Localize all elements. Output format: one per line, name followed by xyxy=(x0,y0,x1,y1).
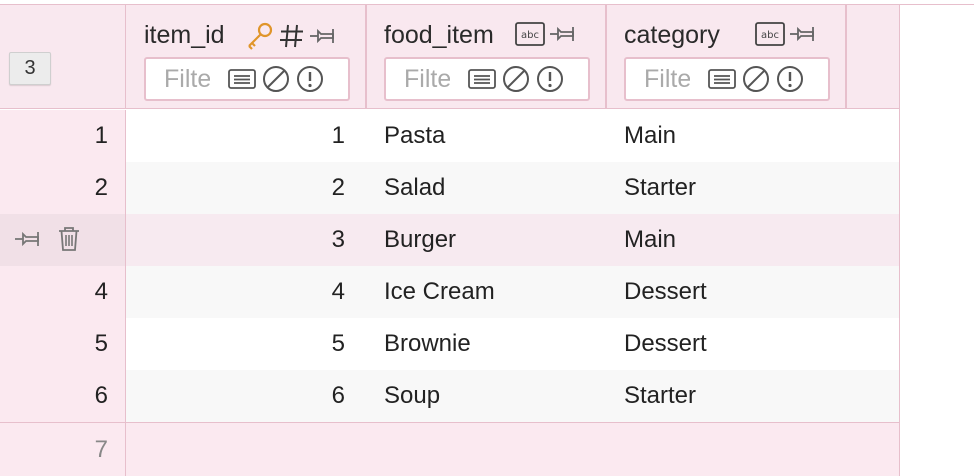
list-filter-icon[interactable] xyxy=(468,68,496,90)
trash-icon[interactable] xyxy=(58,226,80,252)
table-row-hovered[interactable]: 3 Burger Main xyxy=(0,214,900,266)
column-header-food-item[interactable]: food_item abc xyxy=(367,5,607,109)
column-title: food_item xyxy=(384,21,494,49)
cell-food-item[interactable]: Burger xyxy=(384,214,456,266)
cell-item-id[interactable]: 1 xyxy=(127,110,367,162)
cell-category[interactable]: Dessert xyxy=(624,266,707,318)
selected-count-badge[interactable]: 3 xyxy=(9,52,51,85)
cell-category[interactable]: Main xyxy=(624,214,676,266)
error-filter-icon[interactable] xyxy=(536,65,564,93)
filter-box-category xyxy=(624,57,830,101)
table-row[interactable]: 4 4 Ice Cream Dessert xyxy=(0,266,900,318)
table-row[interactable]: 6 6 Soup Starter xyxy=(0,370,900,422)
filter-icons xyxy=(468,65,564,93)
cell-item-id[interactable]: 3 xyxy=(127,214,367,266)
row-actions xyxy=(14,226,80,252)
column-header-icons xyxy=(245,22,337,50)
column-header-icons: abc xyxy=(515,22,577,46)
null-filter-icon[interactable] xyxy=(502,65,530,93)
filter-input[interactable] xyxy=(146,59,210,99)
row-number[interactable]: 6 xyxy=(0,370,126,422)
row-number[interactable] xyxy=(0,214,126,266)
error-filter-icon[interactable] xyxy=(296,65,324,93)
cell-category[interactable]: Starter xyxy=(624,162,696,214)
column-header-icons: abc xyxy=(755,22,817,46)
pin-row-icon[interactable] xyxy=(14,228,42,250)
grid-right-border xyxy=(899,5,900,476)
column-title: item_id xyxy=(144,21,225,49)
row-number[interactable]: 5 xyxy=(0,318,126,370)
list-filter-icon[interactable] xyxy=(228,68,256,90)
table-row[interactable]: 2 2 Salad Starter xyxy=(0,162,900,214)
null-filter-icon[interactable] xyxy=(742,65,770,93)
number-type-icon xyxy=(279,23,305,49)
cell-food-item[interactable]: Pasta xyxy=(384,110,445,162)
header-row: 3 item_id Filter food_item abc Filter ca… xyxy=(0,5,900,109)
cell-item-id[interactable]: 2 xyxy=(127,162,367,214)
table-row[interactable]: 5 5 Brownie Dessert xyxy=(0,318,900,370)
cell-category[interactable]: Dessert xyxy=(624,318,707,370)
cell-category[interactable]: Main xyxy=(624,110,676,162)
filter-icons xyxy=(228,65,324,93)
new-row-number: 7 xyxy=(0,423,126,476)
cell-food-item[interactable]: Brownie xyxy=(384,318,471,370)
row-number[interactable]: 2 xyxy=(0,162,126,214)
filter-box-food-item xyxy=(384,57,590,101)
column-title: category xyxy=(624,21,720,49)
add-new-row[interactable]: 7 xyxy=(0,422,900,476)
cell-item-id[interactable]: 5 xyxy=(127,318,367,370)
pin-icon[interactable] xyxy=(549,23,577,45)
list-filter-icon[interactable] xyxy=(708,68,736,90)
row-number[interactable]: 4 xyxy=(0,266,126,318)
cell-item-id[interactable]: 6 xyxy=(127,370,367,422)
cell-food-item[interactable]: Ice Cream xyxy=(384,266,495,318)
key-icon xyxy=(245,22,275,50)
cell-food-item[interactable]: Soup xyxy=(384,370,440,422)
text-type-icon: abc xyxy=(755,22,785,46)
row-header-corner: 3 xyxy=(0,5,126,109)
row-number[interactable]: 1 xyxy=(0,110,126,162)
table-row[interactable]: 1 1 Pasta Main xyxy=(0,110,900,162)
pin-icon[interactable] xyxy=(309,25,337,47)
svg-text:abc: abc xyxy=(521,30,539,41)
cell-food-item[interactable]: Salad xyxy=(384,162,445,214)
filter-icons xyxy=(708,65,804,93)
column-header-item-id[interactable]: item_id xyxy=(127,5,367,109)
filter-input[interactable] xyxy=(386,59,450,99)
filter-input[interactable] xyxy=(626,59,690,99)
null-filter-icon[interactable] xyxy=(262,65,290,93)
data-grid: 3 item_id Filter food_item abc Filter ca… xyxy=(0,0,974,476)
text-type-icon: abc xyxy=(515,22,545,46)
column-header-category[interactable]: category abc xyxy=(607,5,847,109)
cell-item-id[interactable]: 4 xyxy=(127,266,367,318)
filter-box-item-id xyxy=(144,57,350,101)
pin-icon[interactable] xyxy=(789,23,817,45)
cell-category[interactable]: Starter xyxy=(624,370,696,422)
error-filter-icon[interactable] xyxy=(776,65,804,93)
svg-text:abc: abc xyxy=(761,30,779,41)
